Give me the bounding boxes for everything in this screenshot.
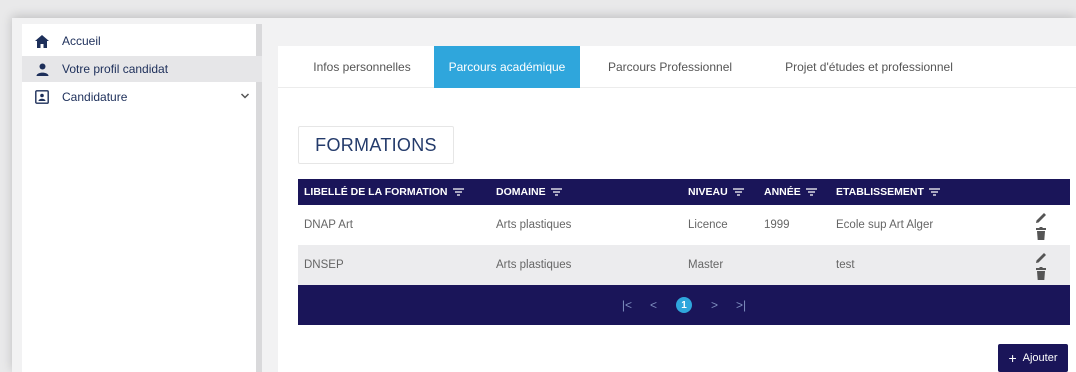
filter-icon[interactable] [732, 188, 744, 196]
user-icon [34, 61, 50, 77]
edit-icon[interactable] [1034, 251, 1048, 268]
chevron-down-icon[interactable] [240, 90, 250, 104]
section-title: FORMATIONS [298, 126, 454, 164]
tab-projet-etudes[interactable]: Projet d'études et professionnel [758, 46, 980, 88]
cell-etablissement: Ecole sup Art Alger [836, 219, 934, 231]
tab-bar: Infos personnelles Parcours académique P… [278, 46, 1076, 88]
plus-icon: + [1008, 350, 1017, 366]
row-actions [1034, 209, 1048, 241]
sidebar-item-accueil[interactable]: Accueil [22, 28, 262, 54]
column-header-libelle[interactable]: LIBELLÉ DE LA FORMATION [304, 179, 464, 205]
column-header-etablissement[interactable]: ETABLISSEMENT [836, 179, 940, 205]
next-page-button[interactable]: > [711, 298, 718, 312]
add-button[interactable]: + Ajouter [998, 344, 1068, 372]
table-row: DNAP Art Arts plastiques Licence 1999 Ec… [298, 205, 1070, 245]
prev-page-button[interactable]: < [650, 298, 657, 312]
tab-infos-personnelles[interactable]: Infos personnelles [298, 46, 426, 88]
cell-niveau: Licence [688, 219, 728, 231]
table-header: LIBELLÉ DE LA FORMATION DOMAINE NIVEAU A… [298, 179, 1070, 205]
cell-libelle: DNSEP [304, 259, 344, 271]
edit-icon[interactable] [1034, 211, 1048, 228]
filter-icon[interactable] [550, 188, 562, 196]
sidebar-item-profil[interactable]: Votre profil candidat [22, 56, 262, 82]
tab-parcours-academique[interactable]: Parcours académique [434, 46, 580, 88]
app-frame: Accueil Votre profil candidat Candidatur… [12, 18, 1076, 372]
cell-domaine: Arts plastiques [496, 259, 572, 271]
main-content: Infos personnelles Parcours académique P… [278, 46, 1076, 372]
delete-icon[interactable] [1036, 227, 1046, 243]
add-button-label: Ajouter [1022, 352, 1058, 364]
delete-icon[interactable] [1036, 267, 1046, 283]
filter-icon[interactable] [805, 188, 817, 196]
sidebar: Accueil Votre profil candidat Candidatur… [22, 24, 262, 372]
pagination: |< < 1 > >| [298, 285, 1070, 325]
sidebar-item-candidature[interactable]: Candidature [22, 84, 262, 110]
cell-etablissement: test [836, 259, 855, 271]
column-header-niveau[interactable]: NIVEAU [688, 179, 744, 205]
tab-parcours-professionnel[interactable]: Parcours Professionnel [588, 46, 752, 88]
table-row: DNSEP Arts plastiques Master test [298, 245, 1070, 285]
filter-icon[interactable] [452, 188, 464, 196]
filter-icon[interactable] [928, 188, 940, 196]
cell-domaine: Arts plastiques [496, 219, 572, 231]
cell-annee: 1999 [764, 219, 790, 231]
home-icon [34, 33, 50, 49]
application-icon [34, 89, 50, 105]
first-page-button[interactable]: |< [622, 298, 632, 312]
sidebar-item-label: Votre profil candidat [62, 62, 169, 76]
cell-libelle: DNAP Art [304, 219, 353, 231]
current-page-badge[interactable]: 1 [676, 297, 692, 313]
row-actions [1034, 249, 1048, 281]
last-page-button[interactable]: >| [736, 298, 746, 312]
cell-niveau: Master [688, 259, 724, 271]
sidebar-item-label: Accueil [62, 34, 101, 48]
sidebar-item-label: Candidature [62, 90, 128, 104]
column-header-domaine[interactable]: DOMAINE [496, 179, 562, 205]
column-header-annee[interactable]: ANNÉE [764, 179, 817, 205]
